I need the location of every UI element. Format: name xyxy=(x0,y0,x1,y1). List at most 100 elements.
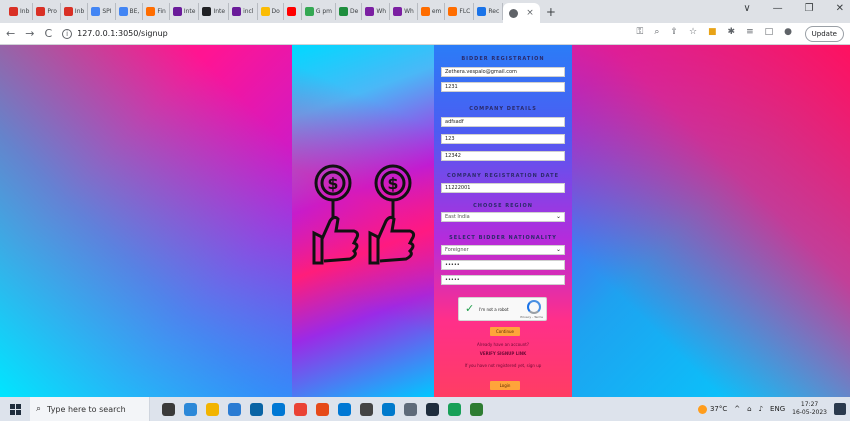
back-icon[interactable]: ← xyxy=(6,27,15,40)
profile-avatar[interactable]: ● xyxy=(784,27,792,37)
recaptcha-widget[interactable]: ✓ I'm not a robot Privacy - Terms xyxy=(458,297,547,321)
tab-favicon-icon xyxy=(232,7,242,16)
pinned-app-icon[interactable] xyxy=(294,402,307,416)
tab-search-icon[interactable]: ∨ xyxy=(743,3,750,14)
tab-label: Inte xyxy=(183,8,196,15)
weather-widget[interactable]: 37°C xyxy=(697,404,727,414)
tab-favicon-icon xyxy=(304,7,314,16)
company-name-field[interactable]: adfsadf xyxy=(441,117,565,127)
region-select[interactable]: East India ⌄ xyxy=(441,212,565,222)
pinned-app-icon[interactable] xyxy=(470,402,483,416)
start-button[interactable] xyxy=(0,397,30,421)
update-button[interactable]: Update xyxy=(804,26,844,42)
bidder-nationality-heading: SELECT BIDDER NATIONALITY xyxy=(449,235,557,241)
puzzle-icon[interactable]: ✱ xyxy=(728,27,736,37)
pinned-app-icon[interactable] xyxy=(206,402,219,416)
tab-9[interactable]: Do xyxy=(258,3,284,20)
tab-6[interactable]: Inte xyxy=(170,3,200,20)
tab-list: Inb Pro Inb SPI BE, Fin Inte Inte incl Do G pm De Wh… xyxy=(6,0,504,23)
tab-label: incl xyxy=(243,8,254,15)
language-indicator[interactable]: ENG xyxy=(770,405,785,413)
bookmark-star-icon[interactable]: ☆ xyxy=(689,27,697,37)
pinned-app-icon[interactable] xyxy=(228,402,241,416)
tab-16[interactable]: FLC xyxy=(445,3,475,20)
volume-icon[interactable]: ♪ xyxy=(759,405,763,413)
pinned-app-icon[interactable] xyxy=(272,402,285,416)
login-button[interactable]: Login xyxy=(490,381,520,390)
password-field[interactable]: ••••• xyxy=(441,260,565,270)
phone-field[interactable]: 1231 xyxy=(441,82,565,92)
pinned-app-icon[interactable] xyxy=(404,402,417,416)
tab-11[interactable]: G pm xyxy=(302,3,337,20)
clock[interactable]: 17:27 16-05-2023 xyxy=(792,401,827,417)
new-tab-button[interactable]: + xyxy=(546,5,556,19)
close-window-icon[interactable]: ✕ xyxy=(836,3,844,14)
search-placeholder: Type here to search xyxy=(47,404,126,414)
browser-toolbar: ← → C i 127.0.0.1:3050/signup ⚿ ⌕ ⇪ ☆ ■ … xyxy=(0,23,850,45)
tab-label: Fin xyxy=(157,8,166,15)
tab-7[interactable]: Inte xyxy=(199,3,230,20)
confirm-password-field[interactable]: ••••• xyxy=(441,275,565,285)
tab-10[interactable] xyxy=(284,3,302,20)
chevron-up-icon[interactable]: ^ xyxy=(734,405,740,413)
taskbar: ⌕ Type here to search 37°C ^ ⌂ ♪ ENG 17:… xyxy=(0,397,850,421)
choose-region-heading: CHOOSE REGION xyxy=(473,203,533,209)
svg-text:$: $ xyxy=(327,174,338,193)
email-field[interactable]: Zethera.vespalo@gmail.com xyxy=(441,67,565,77)
tab-12[interactable]: De xyxy=(336,3,363,20)
captcha-terms[interactable]: Privacy - Terms xyxy=(520,315,543,319)
maximize-icon[interactable]: ❐ xyxy=(805,3,814,14)
share-icon[interactable]: ⇪ xyxy=(670,27,678,37)
pinned-app-icon[interactable] xyxy=(382,402,395,416)
minimize-icon[interactable]: — xyxy=(773,3,783,14)
tab-label: De xyxy=(350,8,359,15)
tab-2[interactable]: Inb xyxy=(61,3,89,20)
pinned-app-icon[interactable] xyxy=(250,402,263,416)
pinned-app-icon[interactable] xyxy=(360,402,373,416)
extension-icon[interactable]: ■ xyxy=(708,27,717,37)
notification-icon[interactable] xyxy=(834,403,846,415)
pinned-app-icon[interactable] xyxy=(162,402,175,416)
pinned-app-icon[interactable] xyxy=(426,402,439,416)
tab-17[interactable]: Rec xyxy=(474,3,504,20)
pinned-app-icon[interactable] xyxy=(184,402,197,416)
tab-favicon-icon xyxy=(477,7,487,16)
registration-date-field[interactable]: 11222001 xyxy=(441,183,565,193)
tab-15[interactable]: em xyxy=(418,3,446,20)
reading-list-icon[interactable]: ≡ xyxy=(746,27,754,37)
nationality-select[interactable]: Foreigner ⌄ xyxy=(441,245,565,255)
tab-4[interactable]: BE, xyxy=(116,3,144,20)
tab-5[interactable]: Fin xyxy=(143,3,170,20)
tab-favicon-icon xyxy=(420,7,430,16)
tab-3[interactable]: SPI xyxy=(88,3,116,20)
info-icon[interactable]: i xyxy=(62,28,73,39)
network-icon[interactable]: ⌂ xyxy=(747,405,751,413)
key-icon[interactable]: ⚿ xyxy=(636,27,643,37)
company-field-3[interactable]: 12342 xyxy=(441,151,565,161)
tab-active[interactable]: × xyxy=(503,3,540,23)
continue-button[interactable]: Continue xyxy=(490,327,520,336)
tab-label: G pm xyxy=(315,8,333,15)
address-bar[interactable]: i 127.0.0.1:3050/signup xyxy=(62,26,168,42)
close-tab-icon[interactable]: × xyxy=(526,8,534,18)
zoom-icon[interactable]: ⌕ xyxy=(654,27,659,37)
tab-0[interactable]: Inb xyxy=(6,3,34,20)
tab-8[interactable]: incl xyxy=(229,3,258,20)
taskbar-search[interactable]: ⌕ Type here to search xyxy=(30,397,150,421)
forward-icon[interactable]: → xyxy=(25,27,34,40)
reload-icon[interactable]: C xyxy=(44,27,52,40)
tab-favicon-icon xyxy=(9,7,18,16)
checkmark-icon[interactable]: ✓ xyxy=(465,303,474,315)
tab-1[interactable]: Pro xyxy=(33,3,61,20)
tab-13[interactable]: Wh xyxy=(362,3,391,20)
tab-14[interactable]: Wh xyxy=(390,3,418,20)
side-panel-icon[interactable]: □ xyxy=(765,27,774,37)
verify-signup-link[interactable]: VERIFY SIGNUP LINK xyxy=(434,351,572,356)
tab-label: Pro xyxy=(47,8,57,15)
pinned-app-icon[interactable] xyxy=(316,402,329,416)
pinned-app-icon[interactable] xyxy=(338,402,351,416)
company-field-2[interactable]: 123 xyxy=(441,134,565,144)
pinned-app-icon[interactable] xyxy=(448,402,461,416)
url-text[interactable]: 127.0.0.1:3050/signup xyxy=(77,29,168,38)
tab-label: Wh xyxy=(376,8,387,15)
